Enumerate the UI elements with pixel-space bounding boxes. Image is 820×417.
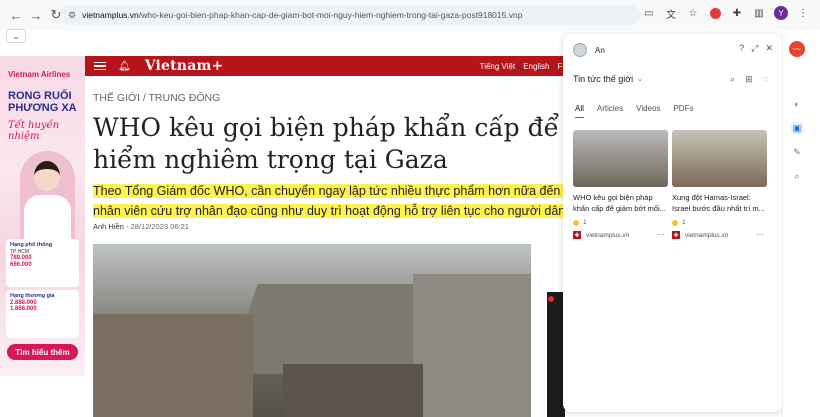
assistant-icon[interactable]: ◐ <box>791 98 803 110</box>
news-card-image <box>573 130 668 187</box>
cast-icon[interactable]: ▭ <box>642 6 656 20</box>
panel-actions: ? ⤢ ✕ <box>739 43 773 54</box>
chevron-down-icon: ⌄ <box>637 76 643 83</box>
summary-line: nhân viên cứu trợ nhân đạo cũng như duy … <box>93 204 569 218</box>
tab-articles[interactable]: Articles <box>597 104 623 118</box>
search-sparkle-icon[interactable]: ⌕ <box>791 170 803 182</box>
news-card-source: ✚ vietnamplus.vn ··· <box>573 230 668 239</box>
news-card-meta: 1 <box>573 219 668 226</box>
feed-selector[interactable]: Tin tức thế giới ⌄ <box>573 74 643 84</box>
news-card-title: WHO kêu gọi biện pháp khẩn cấp để giảm b… <box>573 193 666 213</box>
more-options-icon[interactable]: ··· <box>756 230 764 239</box>
author-name[interactable]: Anh Hiền <box>93 222 124 231</box>
browser-toolbar: ← → ↻ ⚙ vietnamplus.vn/who-keu-goi-bien-… <box>0 0 820 30</box>
tab-all[interactable]: All <box>575 104 584 118</box>
source-name: vietnamplus.vn <box>586 231 630 239</box>
expand-icon[interactable]: ⤢ <box>751 43 758 54</box>
chevron-down-icon[interactable]: ⌄ <box>6 29 26 43</box>
user-name: An <box>595 45 605 55</box>
site-info-icon[interactable]: ⚙ <box>68 10 76 21</box>
vietnam-airlines-ad[interactable]: Vietnam Airlines RONG RUỔI PHƯƠNG XA Tết… <box>0 56 85 376</box>
address-bar[interactable]: ⚙ vietnamplus.vn/who-keu-goi-bien-phap-k… <box>60 5 640 25</box>
ad-brand-logo: Vietnam Airlines <box>8 70 71 79</box>
close-icon[interactable]: ✕ <box>765 43 773 54</box>
ad-business-card: Hạng thương gia 2.888.000 1.868.000 <box>6 290 79 338</box>
help-icon[interactable]: ? <box>739 43 744 54</box>
news-card-source: ✚ vietnamplus.vn ··· <box>672 230 767 239</box>
news-card-meta: 1 <box>672 219 767 226</box>
news-card-image <box>672 130 767 187</box>
live-icon <box>548 296 554 302</box>
translate-icon[interactable]: 文 <box>664 6 678 21</box>
vietnamplus-favicon-icon: ✚ <box>672 231 680 239</box>
user-avatar[interactable] <box>573 43 587 57</box>
ad-card-price: 1.868.000 <box>10 306 37 312</box>
bookmark-star-icon[interactable]: ☆ <box>686 6 700 20</box>
ad-script-text: Tết huyền nhiệm <box>8 120 60 142</box>
ad-headline: RONG RUỔI PHƯƠNG XA <box>8 90 77 114</box>
bell-icon[interactable]: 🔔︎ <box>118 61 131 72</box>
edit-icon[interactable]: ✎ <box>791 146 803 158</box>
news-card-count: 1 <box>682 219 686 226</box>
profile-avatar[interactable]: Y <box>774 6 788 20</box>
panel-tabs: All Articles Videos PDFs <box>575 104 693 118</box>
url-path: /who-keu-goi-bien-phap-khan-cap-de-giam-… <box>138 10 523 20</box>
news-icon[interactable]: ▣ <box>791 122 803 134</box>
byline: Anh Hiền - 28/12/2023 06:21 <box>93 222 189 231</box>
coin-icon <box>573 219 579 226</box>
chat-icon[interactable]: ◌ <box>763 74 768 85</box>
breadcrumb[interactable]: THẾ GIỚI / TRUNG ĐÔNG <box>93 92 220 104</box>
news-card[interactable]: Xung đột Hamas-Israel: Israel bước đầu n… <box>672 130 767 239</box>
site-logo[interactable]: Vietnam+ <box>145 58 224 74</box>
extension-logo-icon[interactable]: 〰 <box>789 41 805 57</box>
publish-date: 28/12/2023 06:21 <box>130 222 189 231</box>
source-name: vietnamplus.vn <box>685 231 729 239</box>
ad-learn-more-button[interactable]: Tìm hiểu thêm <box>7 344 78 360</box>
browser-window: ← → ↻ ⚙ vietnamplus.vn/who-keu-goi-bien-… <box>0 0 820 417</box>
extension-record-icon[interactable] <box>708 6 722 20</box>
browser-actions: ▭ 文 ☆ ✚ ▥ Y ⋮ <box>642 6 810 21</box>
lang-vietnamese[interactable]: Tiếng Việt <box>480 62 516 71</box>
panel-tools: ⌕ ⊞ ◌ <box>730 74 768 85</box>
ad-card-price: 666.000 <box>10 261 32 268</box>
summary-line: Theo Tổng Giám đốc WHO, cần chuyển ngay … <box>93 184 644 198</box>
url-host: vietnamplus.vn <box>82 10 139 20</box>
more-options-icon[interactable]: ··· <box>657 230 665 239</box>
site-header: 🔔︎ Vietnam+ Tiếng Việt English Fr <box>85 56 565 76</box>
feed-name: Tin tức thế giới <box>573 74 634 84</box>
side-panel-icon[interactable]: ▥ <box>752 6 766 20</box>
forward-icon[interactable]: → <box>26 5 46 25</box>
vietnamplus-favicon-icon: ✚ <box>573 231 581 239</box>
news-card[interactable]: WHO kêu gọi biện pháp khẩn cấp để giảm b… <box>573 130 668 239</box>
article-photo <box>93 244 531 417</box>
news-side-panel: An ? ⤢ ✕ Tin tức thế giới ⌄ ⌕ ⊞ ◌ All Ar… <box>563 34 782 412</box>
panel-header: An ? ⤢ ✕ <box>573 42 773 58</box>
back-icon[interactable]: ← <box>6 5 26 25</box>
hamburger-menu-icon[interactable] <box>94 61 106 71</box>
ad-economy-card: Hạng phổ thông TP HCM 789.000 666.000 <box>6 239 79 287</box>
side-rail: 〰 ◐ ▣ ✎ ⌕ <box>782 34 820 417</box>
extensions-puzzle-icon[interactable]: ✚ <box>730 6 744 20</box>
language-switcher: Tiếng Việt English Fr <box>480 56 565 76</box>
grid-icon[interactable]: ⊞ <box>745 74 753 85</box>
lang-english[interactable]: English <box>523 62 549 71</box>
menu-kebab-icon[interactable]: ⋮ <box>796 6 810 20</box>
news-card-count: 1 <box>583 219 587 226</box>
search-icon[interactable]: ⌕ <box>730 74 735 85</box>
coin-icon <box>672 219 678 226</box>
tab-pdfs[interactable]: PDFs <box>673 104 693 118</box>
news-card-title: Xung đột Hamas-Israel: Israel bước đầu n… <box>672 193 765 213</box>
tab-videos[interactable]: Videos <box>636 104 660 118</box>
